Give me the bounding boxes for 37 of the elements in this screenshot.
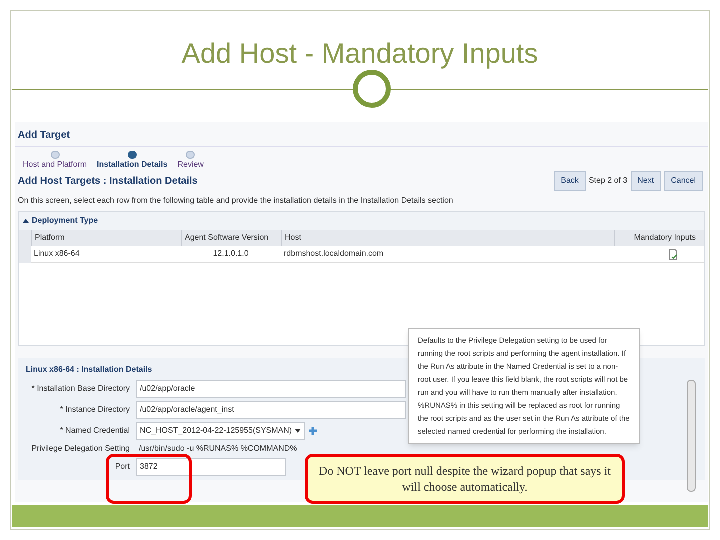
wizard-step[interactable]: Review — [178, 151, 204, 171]
section-header[interactable]: Deployment Type — [19, 212, 704, 230]
caret-icon — [295, 428, 302, 434]
step-indicator: Step 2 of 3 — [588, 175, 628, 187]
slide-title: Add Host - Mandatory Inputs — [182, 37, 538, 71]
circle-ornament — [353, 70, 391, 108]
wizard-step[interactable]: Host and Platform — [23, 151, 88, 171]
table-cell: Linux x86-64 — [31, 246, 181, 263]
input-field[interactable]: /u02/app/oracle — [136, 380, 406, 398]
wizard-button[interactable]: Next — [630, 171, 662, 191]
column-header: Platform — [31, 230, 181, 246]
field-label: * Named Credential — [59, 425, 130, 437]
field-label: Privilege Delegation Setting — [30, 443, 130, 455]
input-field[interactable]: 3872 — [136, 458, 286, 476]
wizard-step[interactable]: Installation Details — [97, 151, 168, 171]
header-corner — [19, 230, 31, 246]
wizard-title: Add Target — [18, 129, 72, 143]
table-cell: rdbmshost.localdomain.com — [281, 246, 614, 263]
field-label: Port — [114, 461, 130, 473]
plus-icon[interactable] — [308, 426, 318, 436]
page-heading: Add Host Targets : Installation Details — [18, 174, 198, 188]
section-title: Linux x86-64 : Installation Details — [26, 365, 152, 374]
table-cell: 12.1.0.1.0 — [181, 246, 281, 263]
credential-select[interactable]: NC_HOST_2012-04-22-125955(SYSMAN) — [136, 422, 306, 440]
column-header: Host — [281, 230, 614, 246]
document-check-icon — [669, 248, 678, 260]
wizard-button[interactable]: Cancel — [664, 171, 703, 191]
field-label: * Installation Base Directory — [30, 383, 130, 395]
field-label: * Instance Directory — [59, 404, 130, 416]
callout-note: Do NOT leave port null despite the wizard popup that says it will choose automatically. — [305, 454, 625, 504]
input-field[interactable]: /u02/app/oracle/agent_inst — [136, 401, 406, 419]
column-header: Mandatory Inputs — [614, 230, 704, 246]
field-value: /usr/bin/sudo -u %RUNAS% %COMMAND% — [138, 443, 298, 455]
collapse-icon — [23, 218, 29, 224]
wizard-button[interactable]: Back — [554, 171, 586, 191]
instruction-text: On this screen, select each row from the following table and provide the installation details in the Installation Details section — [17, 195, 454, 207]
column-header: Agent Software Version — [181, 230, 281, 246]
